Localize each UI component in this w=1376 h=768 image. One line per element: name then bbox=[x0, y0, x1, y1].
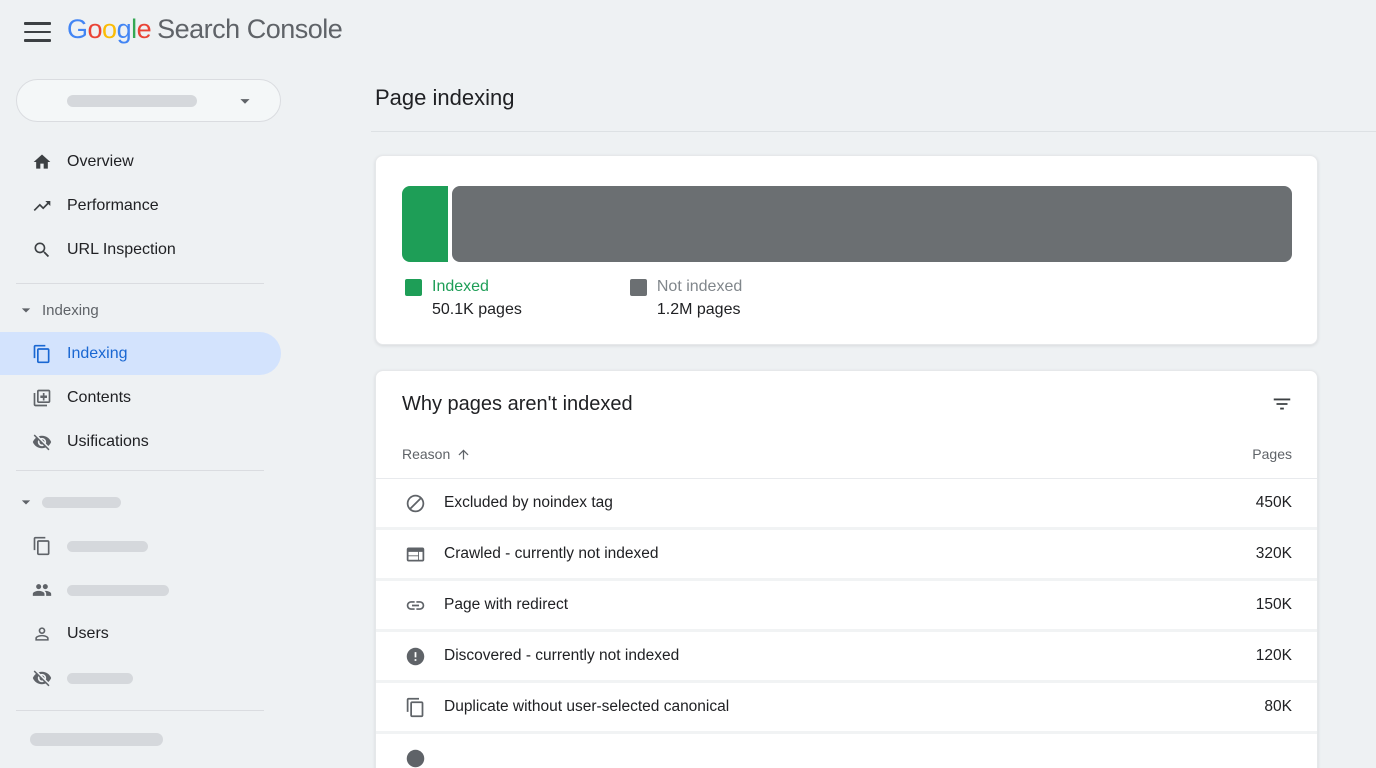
sidebar-item-skeleton[interactable] bbox=[0, 568, 345, 612]
label-skeleton bbox=[67, 673, 133, 684]
label-skeleton bbox=[67, 585, 169, 596]
property-selector[interactable] bbox=[16, 79, 281, 122]
page-title: Page indexing bbox=[375, 85, 514, 111]
row-pages: 450K bbox=[1256, 494, 1292, 512]
sidebar-divider bbox=[16, 283, 264, 284]
sidebar-item-skeleton[interactable] bbox=[0, 524, 345, 568]
row-reason: Discovered - currently not indexed bbox=[444, 647, 679, 665]
page-icon bbox=[32, 536, 52, 556]
property-name-skeleton bbox=[67, 95, 197, 107]
legend-not-indexed[interactable]: Not indexed 1.2M pages bbox=[630, 278, 742, 319]
legend-indexed[interactable]: Indexed 50.1K pages bbox=[405, 278, 522, 319]
table-row[interactable]: Crawled - currently not indexed 320K bbox=[376, 530, 1317, 581]
table-row[interactable]: Page with redirect 150K bbox=[376, 581, 1317, 632]
sidebar-section-collapsed[interactable] bbox=[0, 480, 345, 524]
sidebar-item-skeleton[interactable] bbox=[0, 656, 345, 700]
column-header-reason[interactable]: Reason bbox=[402, 446, 471, 462]
legend-swatch-indexed bbox=[405, 279, 422, 296]
chart-legend: Indexed 50.1K pages Not indexed 1.2M pag… bbox=[405, 278, 742, 319]
sidebar-item-label: Overview bbox=[67, 153, 134, 171]
sidebar-item-label: Users bbox=[67, 625, 109, 643]
sidebar-item-label: URL Inspection bbox=[67, 241, 176, 259]
row-pages: 80K bbox=[1264, 698, 1292, 716]
legend-label: Not indexed bbox=[657, 278, 742, 296]
sidebar-divider bbox=[16, 710, 264, 711]
logo-suffix: Search Console bbox=[157, 14, 342, 44]
table-title: Why pages aren't indexed bbox=[402, 393, 633, 416]
section-label-skeleton bbox=[42, 497, 121, 508]
column-header-pages[interactable]: Pages bbox=[1252, 446, 1292, 462]
reasons-table: Excluded by noindex tag 450K Crawled - c… bbox=[376, 479, 1317, 768]
sidebar-item-url-inspection[interactable]: URL Inspection bbox=[0, 228, 345, 272]
circle-icon bbox=[405, 748, 426, 768]
chevron-down-icon bbox=[234, 90, 256, 112]
row-pages: 150K bbox=[1256, 596, 1292, 614]
sidebar-item-contents[interactable]: Contents bbox=[0, 376, 345, 420]
legend-label: Indexed bbox=[432, 278, 522, 296]
block-icon bbox=[405, 493, 426, 514]
row-pages: 120K bbox=[1256, 647, 1292, 665]
title-divider bbox=[371, 131, 1376, 132]
web-icon bbox=[405, 544, 426, 565]
label-skeleton bbox=[67, 541, 148, 552]
sidebar-item-label: Contents bbox=[67, 389, 131, 407]
row-reason: Crawled - currently not indexed bbox=[444, 545, 659, 563]
sidebar-footer-skeleton bbox=[30, 733, 163, 746]
sidebar-section-indexing[interactable]: Indexing bbox=[0, 288, 345, 332]
filter-icon[interactable] bbox=[1271, 393, 1295, 417]
bar-segment-not-indexed[interactable] bbox=[452, 186, 1292, 262]
table-column-headers: Reason Pages bbox=[402, 443, 1292, 465]
sidebar-item-users[interactable]: Users bbox=[0, 612, 345, 656]
sidebar-item-label: Performance bbox=[67, 197, 159, 215]
legend-value: 50.1K pages bbox=[432, 301, 522, 319]
person-icon bbox=[32, 624, 52, 644]
search-icon bbox=[32, 240, 52, 260]
people-icon bbox=[32, 580, 52, 600]
sidebar-item-performance[interactable]: Performance bbox=[0, 184, 345, 228]
chevron-down-icon bbox=[16, 492, 36, 512]
home-icon bbox=[32, 152, 52, 172]
section-label: Indexing bbox=[42, 302, 99, 319]
visibility-off-icon bbox=[32, 432, 52, 452]
pages-add-icon bbox=[32, 388, 52, 408]
error-icon bbox=[405, 646, 426, 667]
menu-hamburger-icon[interactable] bbox=[24, 22, 51, 42]
sidebar-item-indexing[interactable]: Indexing bbox=[0, 332, 281, 375]
legend-swatch-not-indexed bbox=[630, 279, 647, 296]
row-reason: Duplicate without user-selected canonica… bbox=[444, 698, 729, 716]
table-row[interactable]: Excluded by noindex tag 450K bbox=[376, 479, 1317, 530]
pages-icon bbox=[32, 344, 52, 364]
chevron-down-icon bbox=[16, 300, 36, 320]
indexing-stacked-bar[interactable] bbox=[402, 186, 1292, 262]
app-logo: GoogleSearch Console bbox=[67, 14, 342, 45]
row-reason: Excluded by noindex tag bbox=[444, 494, 613, 512]
sidebar-item-overview[interactable]: Overview bbox=[0, 140, 345, 184]
legend-value: 1.2M pages bbox=[657, 301, 742, 319]
sidebar-item-label: Usifications bbox=[67, 433, 149, 451]
sort-ascending-icon bbox=[456, 447, 471, 462]
visibility-off-icon bbox=[32, 668, 52, 688]
sidebar-item-usifications[interactable]: Usifications bbox=[0, 420, 345, 464]
copy-icon bbox=[405, 697, 426, 718]
sidebar-divider bbox=[16, 470, 264, 471]
sidebar-item-label: Indexing bbox=[67, 345, 128, 363]
row-pages: 320K bbox=[1256, 545, 1292, 563]
link-icon bbox=[405, 595, 426, 616]
table-row[interactable]: Duplicate without user-selected canonica… bbox=[376, 683, 1317, 734]
reason-header-label: Reason bbox=[402, 446, 450, 462]
table-row[interactable]: Discovered - currently not indexed 120K bbox=[376, 632, 1317, 683]
trending-up-icon bbox=[32, 196, 52, 216]
google-logo: Google bbox=[67, 14, 151, 44]
bar-segment-indexed[interactable] bbox=[402, 186, 448, 262]
row-reason: Page with redirect bbox=[444, 596, 568, 614]
indexing-summary-card: Indexed 50.1K pages Not indexed 1.2M pag… bbox=[375, 155, 1318, 345]
not-indexed-reasons-card: Why pages aren't indexed Reason Pages Ex… bbox=[375, 370, 1318, 768]
table-row-partial[interactable] bbox=[376, 734, 1317, 768]
